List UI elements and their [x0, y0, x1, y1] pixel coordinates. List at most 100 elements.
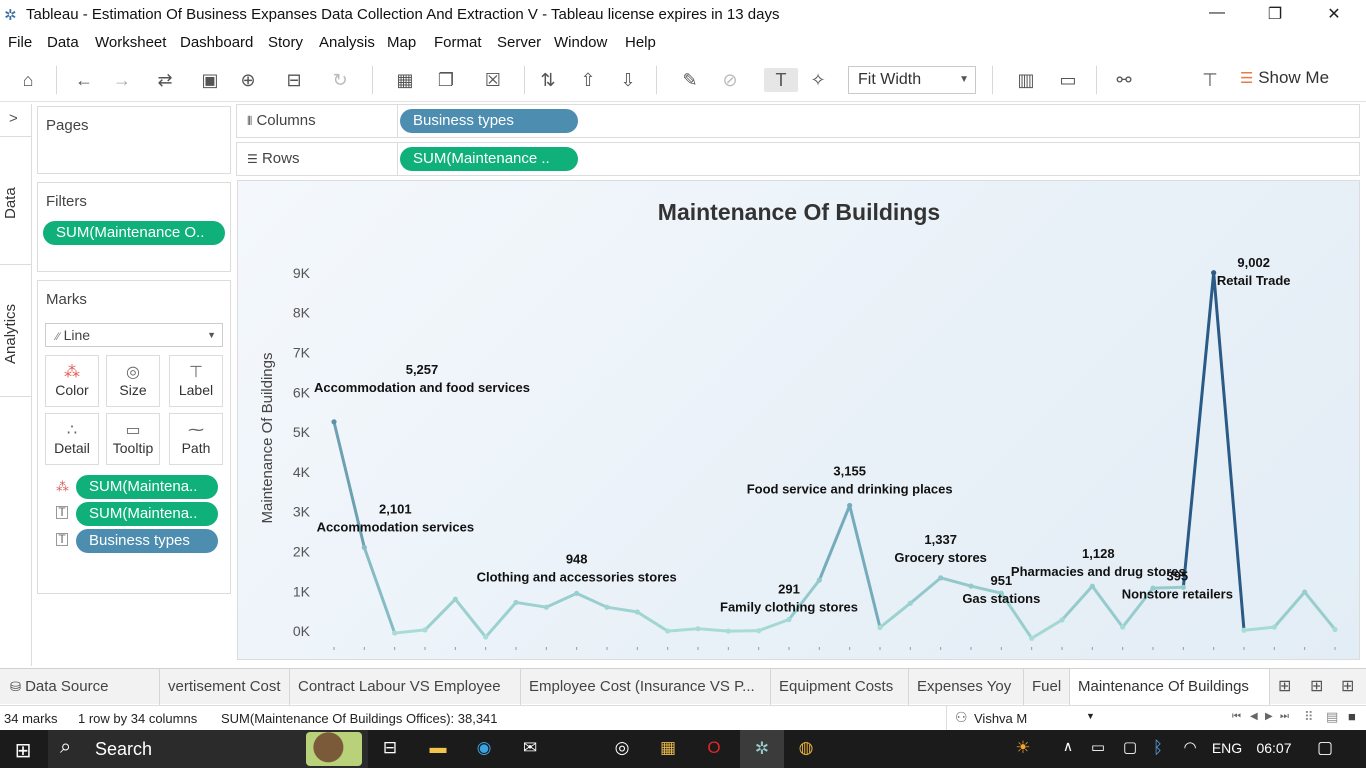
tabs-view-icon[interactable]: ■ — [1348, 709, 1356, 724]
minimize-button[interactable]: — — [1194, 4, 1240, 26]
size-button[interactable]: ◎ Size — [106, 355, 160, 407]
battery-icon[interactable]: ▭ — [1086, 738, 1110, 756]
task-view-icon[interactable]: ⊟ — [378, 738, 402, 758]
fit-width-select[interactable]: Fit Width ▼ — [848, 66, 976, 94]
new-data-source-icon[interactable]: ⊕ — [236, 68, 260, 92]
undo-icon[interactable]: ← — [72, 68, 96, 92]
tab-maintenance-of-buildings[interactable]: Maintenance Of Buildings — [1070, 669, 1270, 705]
group-icon[interactable]: ⊘ — [718, 68, 742, 92]
business-types-field-pill[interactable]: Business types — [76, 529, 218, 553]
first-sheet-icon[interactable]: ⏮ — [1232, 711, 1241, 722]
filmstrip-icon[interactable]: ▤ — [1326, 709, 1338, 725]
chevron-up-icon[interactable]: ∧ — [1058, 738, 1078, 755]
menu-server[interactable]: Server — [497, 34, 541, 51]
menu-map[interactable]: Map — [387, 34, 416, 51]
format-painter-icon[interactable]: ⊤ — [1198, 68, 1222, 92]
sort-ascending-icon[interactable]: ⇧ — [576, 68, 600, 92]
menu-window[interactable]: Window — [554, 34, 607, 51]
store-icon[interactable]: ▦ — [656, 738, 680, 758]
highlight-icon[interactable]: ✎ — [670, 68, 710, 92]
sort-descending-icon[interactable]: ⇩ — [616, 68, 640, 92]
pin-icon[interactable]: ✧ — [806, 68, 830, 92]
new-story-tab-icon[interactable]: ⊞ — [1341, 676, 1354, 696]
tab-fuel[interactable]: Fuel — [1024, 669, 1070, 705]
language-indicator[interactable]: ENG — [1210, 740, 1244, 756]
show-me-button[interactable]: ☰ Show Me — [1240, 68, 1329, 88]
media-player-icon[interactable]: ◎ — [610, 738, 634, 758]
columns-pill[interactable]: Business types — [400, 109, 578, 133]
mark-type-select[interactable]: ⁄⁄ Line ▼ — [45, 323, 223, 347]
previous-sheet-icon[interactable]: ◀ — [1250, 711, 1258, 722]
taskbar-search[interactable]: ⌕ Search — [48, 730, 368, 768]
filter-pill[interactable]: SUM(Maintenance O.. — [43, 221, 225, 245]
label-field-pill[interactable]: SUM(Maintena.. — [76, 502, 218, 526]
chrome-icon[interactable]: ◍ — [794, 738, 818, 758]
refresh-icon[interactable]: ↻ — [320, 68, 360, 92]
meet-now-icon[interactable]: ▢ — [1118, 738, 1142, 756]
wifi-icon[interactable]: ◠ — [1178, 738, 1202, 756]
menu-format[interactable]: Format — [434, 34, 482, 51]
duplicate-icon[interactable]: ❐ — [434, 68, 458, 92]
weather-icon[interactable]: ☀ — [1008, 738, 1038, 758]
edge-icon[interactable]: ◉ — [472, 738, 496, 758]
maximize-button[interactable]: ❐ — [1252, 4, 1298, 26]
new-worksheet-tab-icon[interactable]: ⊞ — [1278, 676, 1291, 696]
presentation-mode-icon[interactable]: ▭ — [1056, 68, 1080, 92]
chevron-down-icon[interactable]: ▼ — [1086, 711, 1095, 721]
show-labels-icon[interactable]: T — [764, 68, 798, 92]
next-sheet-icon[interactable]: ▶ — [1265, 711, 1273, 722]
tab-expenses-yoy[interactable]: Expenses Yoy — [909, 669, 1024, 705]
file-explorer-icon[interactable]: ▬ — [426, 738, 450, 758]
mail-icon[interactable]: ✉ — [518, 738, 542, 758]
tooltip-button[interactable]: ▭ Tooltip — [106, 413, 160, 465]
tableau-taskbar-icon[interactable]: ✲ — [740, 730, 784, 768]
share-icon[interactable]: ⚯ — [1112, 68, 1136, 92]
save-icon[interactable]: ▣ — [198, 68, 222, 92]
filters-card[interactable]: Filters SUM(Maintenance O.. — [37, 182, 231, 272]
menu-file[interactable]: File — [8, 34, 32, 51]
analytics-tab[interactable]: Analytics — [2, 294, 30, 374]
tab-contract-labour[interactable]: Contract Labour VS Employee — [290, 669, 521, 705]
tab-advertisement-cost[interactable]: vertisement Cost — [160, 669, 290, 705]
user-name[interactable]: Vishva M — [974, 711, 1027, 726]
expand-icon[interactable]: > — [9, 110, 18, 127]
tab-equipment-costs[interactable]: Equipment Costs — [771, 669, 909, 705]
data-tab[interactable]: Data — [2, 178, 30, 228]
menu-analysis[interactable]: Analysis — [319, 34, 375, 51]
line-chart[interactable]: Maintenance Of Buildings Maintenance Of … — [238, 181, 1359, 659]
sheet-sorter-icon[interactable]: ⠿ — [1304, 709, 1314, 725]
color-field-pill[interactable]: SUM(Maintena.. — [76, 475, 218, 499]
show-cards-icon[interactable]: ▥ — [1006, 68, 1046, 92]
path-button[interactable]: ⁓ Path — [169, 413, 223, 465]
menu-story[interactable]: Story — [268, 34, 303, 51]
last-sheet-icon[interactable]: ⏭ — [1280, 711, 1289, 722]
menu-data[interactable]: Data — [47, 34, 79, 51]
redo-icon[interactable]: → — [110, 68, 134, 92]
close-button[interactable]: ✕ — [1311, 4, 1357, 26]
detail-button[interactable]: ∴ Detail — [45, 413, 99, 465]
data-source-tab[interactable]: ⛁ Data Source — [0, 669, 160, 705]
viz-area[interactable]: Maintenance Of Buildings Maintenance Of … — [237, 180, 1360, 660]
menu-worksheet[interactable]: Worksheet — [95, 34, 166, 51]
pages-card[interactable]: Pages — [37, 106, 231, 174]
clear-sheet-icon[interactable]: ☒ — [472, 68, 514, 92]
series-points[interactable] — [331, 270, 1338, 641]
replay-icon[interactable]: ⇄ — [146, 68, 184, 92]
opera-icon[interactable]: O — [702, 738, 726, 758]
notifications-icon[interactable]: ▢ — [1312, 738, 1338, 758]
rows-shelf[interactable]: ☰ Rows SUM(Maintenance .. — [236, 142, 1360, 176]
new-dashboard-tab-icon[interactable]: ⊞ — [1310, 676, 1323, 696]
clock[interactable]: 06:07 — [1254, 740, 1294, 756]
pause-updates-icon[interactable]: ⊟ — [274, 68, 314, 92]
windows-start-icon[interactable]: ⊞ — [10, 738, 36, 763]
tab-employee-cost[interactable]: Employee Cost (Insurance VS P... — [521, 669, 771, 705]
rows-pill[interactable]: SUM(Maintenance .. — [400, 147, 578, 171]
columns-shelf[interactable]: ⦀ Columns Business types — [236, 104, 1360, 138]
new-worksheet-icon[interactable]: ▦ — [384, 68, 426, 92]
menu-help[interactable]: Help — [625, 34, 656, 51]
home-icon[interactable]: ⌂ — [16, 68, 40, 92]
label-button[interactable]: ⊤ Label — [169, 355, 223, 407]
swap-icon[interactable]: ⇅ — [536, 68, 560, 92]
color-button[interactable]: ⁂ Color — [45, 355, 99, 407]
menu-dashboard[interactable]: Dashboard — [180, 34, 253, 51]
